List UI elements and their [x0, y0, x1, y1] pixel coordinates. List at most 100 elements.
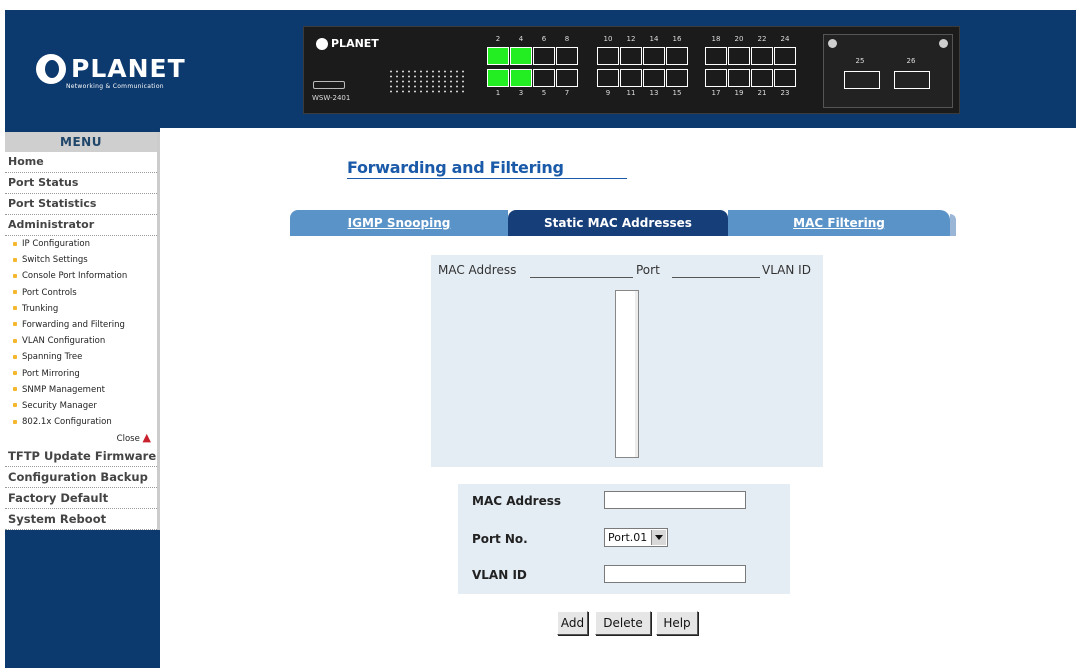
header: PLANET Networking & Communication PLANET… [0, 0, 1082, 135]
port-number-24: 24 [780, 35, 790, 43]
port-24-icon [774, 47, 796, 65]
uplink-slot-25 [844, 71, 880, 89]
port-number-25: 25 [855, 57, 865, 65]
column-header-port: Port [636, 263, 660, 277]
tab-bar-edge [950, 214, 956, 236]
header-underline [530, 277, 633, 278]
port-21-icon [751, 69, 773, 87]
port-6-icon [533, 47, 555, 65]
port-number-7: 7 [564, 89, 570, 97]
port-number-5: 5 [541, 89, 547, 97]
port-number-26: 26 [906, 57, 916, 65]
screw-icon [939, 39, 948, 48]
switch-model: WSW-2401 [312, 94, 351, 102]
menu-item-tftp-update-firmware[interactable]: TFTP Update Firmware [5, 446, 157, 468]
administrator-submenu: IP Configuration Switch Settings Console… [5, 236, 157, 446]
port-number-23: 23 [780, 89, 790, 97]
bullet-icon [13, 290, 17, 295]
port-number-22: 22 [757, 35, 767, 43]
uplink-module: 25 26 [823, 34, 953, 108]
port-number-13: 13 [649, 89, 659, 97]
brand-name: PLANET [71, 54, 186, 83]
submenu-item-switch-settings[interactable]: Switch Settings [5, 252, 157, 268]
bullet-icon [13, 403, 17, 408]
port-15-icon [666, 69, 688, 87]
static-mac-listbox[interactable] [615, 290, 639, 458]
vlan-id-label: VLAN ID [472, 568, 527, 582]
port-4-icon [510, 47, 532, 65]
planet-logo-icon [36, 54, 66, 84]
port-number-8: 8 [564, 35, 570, 43]
mac-address-input[interactable] [604, 491, 746, 509]
menu-item-factory-default[interactable]: Factory Default [5, 488, 157, 510]
port-number-16: 16 [672, 35, 682, 43]
port-number-4: 4 [518, 35, 524, 43]
port-7-icon [556, 69, 578, 87]
sidebar: MENU Home Port Status Port Statistics Ad… [5, 128, 160, 668]
port-2-icon [487, 47, 509, 65]
uplink-slot-26 [894, 71, 930, 89]
menu-item-configuration-backup[interactable]: Configuration Backup [5, 467, 157, 489]
port-12-icon [620, 47, 642, 65]
title-underline [347, 178, 627, 179]
port-no-select[interactable]: Port.01 [604, 528, 668, 547]
menu-title: MENU [5, 132, 157, 152]
delete-button[interactable]: Delete [595, 611, 651, 635]
planet-logo: PLANET [36, 52, 186, 86]
switch-logo-icon [316, 37, 328, 50]
submenu-item-security-manager[interactable]: Security Manager [5, 398, 157, 414]
port-number-17: 17 [711, 89, 721, 97]
menu-item-administrator[interactable]: Administrator [5, 215, 157, 236]
bullet-icon [13, 322, 17, 327]
bullet-icon [13, 419, 17, 424]
chevron-down-icon[interactable] [651, 530, 666, 545]
port-number-3: 3 [518, 89, 524, 97]
switch-panel-image: PLANET WSW-2401 2 1 4 3 6 5 8 7 10 9 12 11 14 13 16 15 1… [303, 26, 960, 114]
tab-bar: IGMP Snooping Static MAC Addresses MAC F… [290, 210, 956, 236]
port-19-icon [728, 69, 750, 87]
menu-item-port-status[interactable]: Port Status [5, 173, 157, 194]
port-number-19: 19 [734, 89, 744, 97]
port-14-icon [643, 47, 665, 65]
bullet-icon [13, 273, 17, 278]
submenu-item-snmp-management[interactable]: SNMP Management [5, 382, 157, 398]
port-number-10: 10 [603, 35, 613, 43]
column-header-vlan-id: VLAN ID [762, 263, 811, 277]
submenu-item-port-mirroring[interactable]: Port Mirroring [5, 366, 157, 382]
submenu-item-port-controls[interactable]: Port Controls [5, 285, 157, 301]
mac-address-label: MAC Address [472, 494, 562, 508]
menu-item-port-statistics[interactable]: Port Statistics [5, 194, 157, 215]
port-number-18: 18 [711, 35, 721, 43]
submenu-close[interactable]: Close ▲ [5, 430, 157, 446]
port-number-20: 20 [734, 35, 744, 43]
submenu-item-console-port-information[interactable]: Console Port Information [5, 268, 157, 284]
menu-item-home[interactable]: Home [5, 152, 157, 173]
port-11-icon [620, 69, 642, 87]
static-mac-list-panel: MAC Address Port VLAN ID [431, 255, 823, 467]
port-13-icon [643, 69, 665, 87]
port-number-6: 6 [541, 35, 547, 43]
add-static-mac-form: MAC Address Port No. Port.01 VLAN ID [458, 484, 790, 594]
port-number-9: 9 [605, 89, 611, 97]
submenu-item-trunking[interactable]: Trunking [5, 301, 157, 317]
port-no-label: Port No. [472, 532, 528, 546]
port-number-2: 2 [495, 35, 501, 43]
port-23-icon [774, 69, 796, 87]
submenu-item-8021x-configuration[interactable]: 802.1x Configuration [5, 414, 157, 430]
help-button[interactable]: Help [656, 611, 698, 635]
port-number-12: 12 [626, 35, 636, 43]
vlan-id-input[interactable] [604, 565, 746, 583]
add-button[interactable]: Add [557, 611, 588, 635]
bullet-icon [13, 387, 17, 392]
menu-item-system-reboot[interactable]: System Reboot [5, 509, 157, 531]
column-header-mac-address: MAC Address [438, 263, 517, 277]
submenu-item-vlan-configuration[interactable]: VLAN Configuration [5, 333, 157, 349]
tab-static-mac-addresses[interactable]: Static MAC Addresses [508, 210, 728, 236]
tab-mac-filtering[interactable]: MAC Filtering [728, 210, 950, 236]
submenu-item-forwarding-and-filtering[interactable]: Forwarding and Filtering [5, 317, 157, 333]
switch-brand: PLANET [316, 37, 379, 50]
submenu-item-ip-configuration[interactable]: IP Configuration [5, 236, 157, 252]
submenu-item-spanning-tree[interactable]: Spanning Tree [5, 349, 157, 365]
tab-igmp-snooping[interactable]: IGMP Snooping [290, 210, 508, 236]
bullet-icon [13, 354, 17, 359]
